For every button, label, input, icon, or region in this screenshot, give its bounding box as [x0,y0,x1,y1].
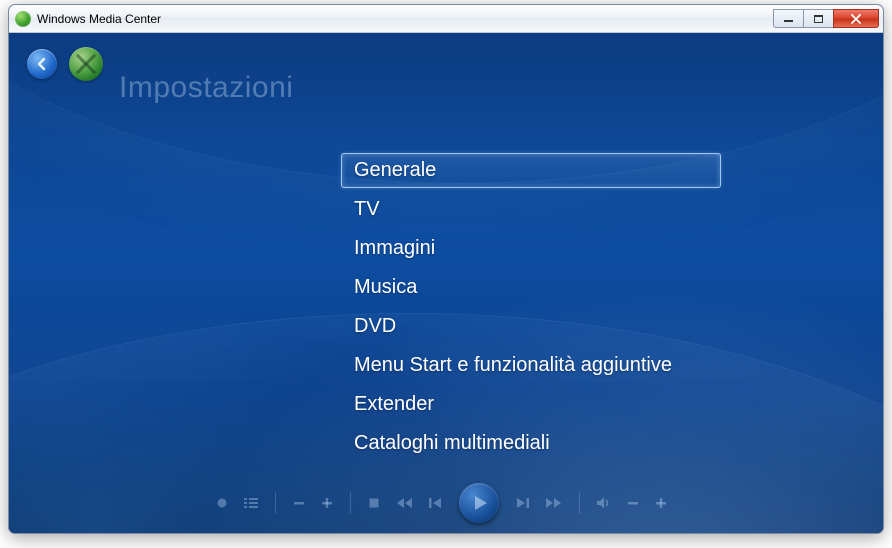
menu-item-cataloghi[interactable]: Cataloghi multimediali [341,426,721,461]
app-window: Windows Media Center Impostazioni Genera… [8,4,884,534]
menu-item-dvd[interactable]: DVD [341,309,721,344]
fast-forward-icon [545,496,563,510]
transport-bar [9,483,883,523]
menu-item-tv[interactable]: TV [341,192,721,227]
separator [350,492,351,514]
mute-button[interactable] [596,496,612,510]
rewind-icon [395,496,413,510]
minus-icon [292,496,306,510]
guide-icon [243,496,259,510]
stop-button[interactable] [367,496,381,510]
record-button[interactable] [215,496,229,510]
menu-item-musica[interactable]: Musica [341,270,721,305]
skip-forward-icon [515,496,531,510]
guide-button[interactable] [243,496,259,510]
menu-item-extender[interactable]: Extender [341,387,721,422]
channel-up-button[interactable] [320,496,334,510]
window-controls [773,9,879,28]
window-title: Windows Media Center [37,12,161,26]
top-nav [27,47,103,81]
volume-up-button[interactable] [654,496,668,510]
menu-item-generale[interactable]: Generale [341,153,721,188]
skip-back-button[interactable] [427,496,443,510]
titlebar: Windows Media Center [9,5,883,33]
channel-down-button[interactable] [292,496,306,510]
menu-item-immagini[interactable]: Immagini [341,231,721,266]
menu-item-menustart[interactable]: Menu Start e funzionalità aggiuntive [341,348,721,383]
rewind-button[interactable] [395,496,413,510]
record-icon [215,496,229,510]
separator [579,492,580,514]
volume-down-button[interactable] [626,496,640,510]
plus-icon [320,496,334,510]
minimize-button[interactable] [773,9,803,28]
settings-menu: Generale TV Immagini Musica DVD Menu Sta… [341,153,721,465]
play-button[interactable] [459,483,499,523]
back-button[interactable] [27,49,57,79]
minus-icon [626,496,640,510]
wmc-logo-button[interactable] [69,47,103,81]
close-icon [850,14,862,24]
separator [275,492,276,514]
content-area: Impostazioni Generale TV Immagini Musica… [9,33,883,533]
app-icon [15,11,31,27]
fast-forward-button[interactable] [545,496,563,510]
play-icon [471,494,489,512]
plus-icon [654,496,668,510]
speaker-icon [596,496,612,510]
stop-icon [367,496,381,510]
close-button[interactable] [833,9,879,28]
minimize-icon [784,20,793,22]
page-heading: Impostazioni [119,71,293,105]
back-arrow-icon [34,56,50,72]
maximize-icon [814,15,823,23]
maximize-button[interactable] [803,9,833,28]
skip-back-icon [427,496,443,510]
skip-forward-button[interactable] [515,496,531,510]
